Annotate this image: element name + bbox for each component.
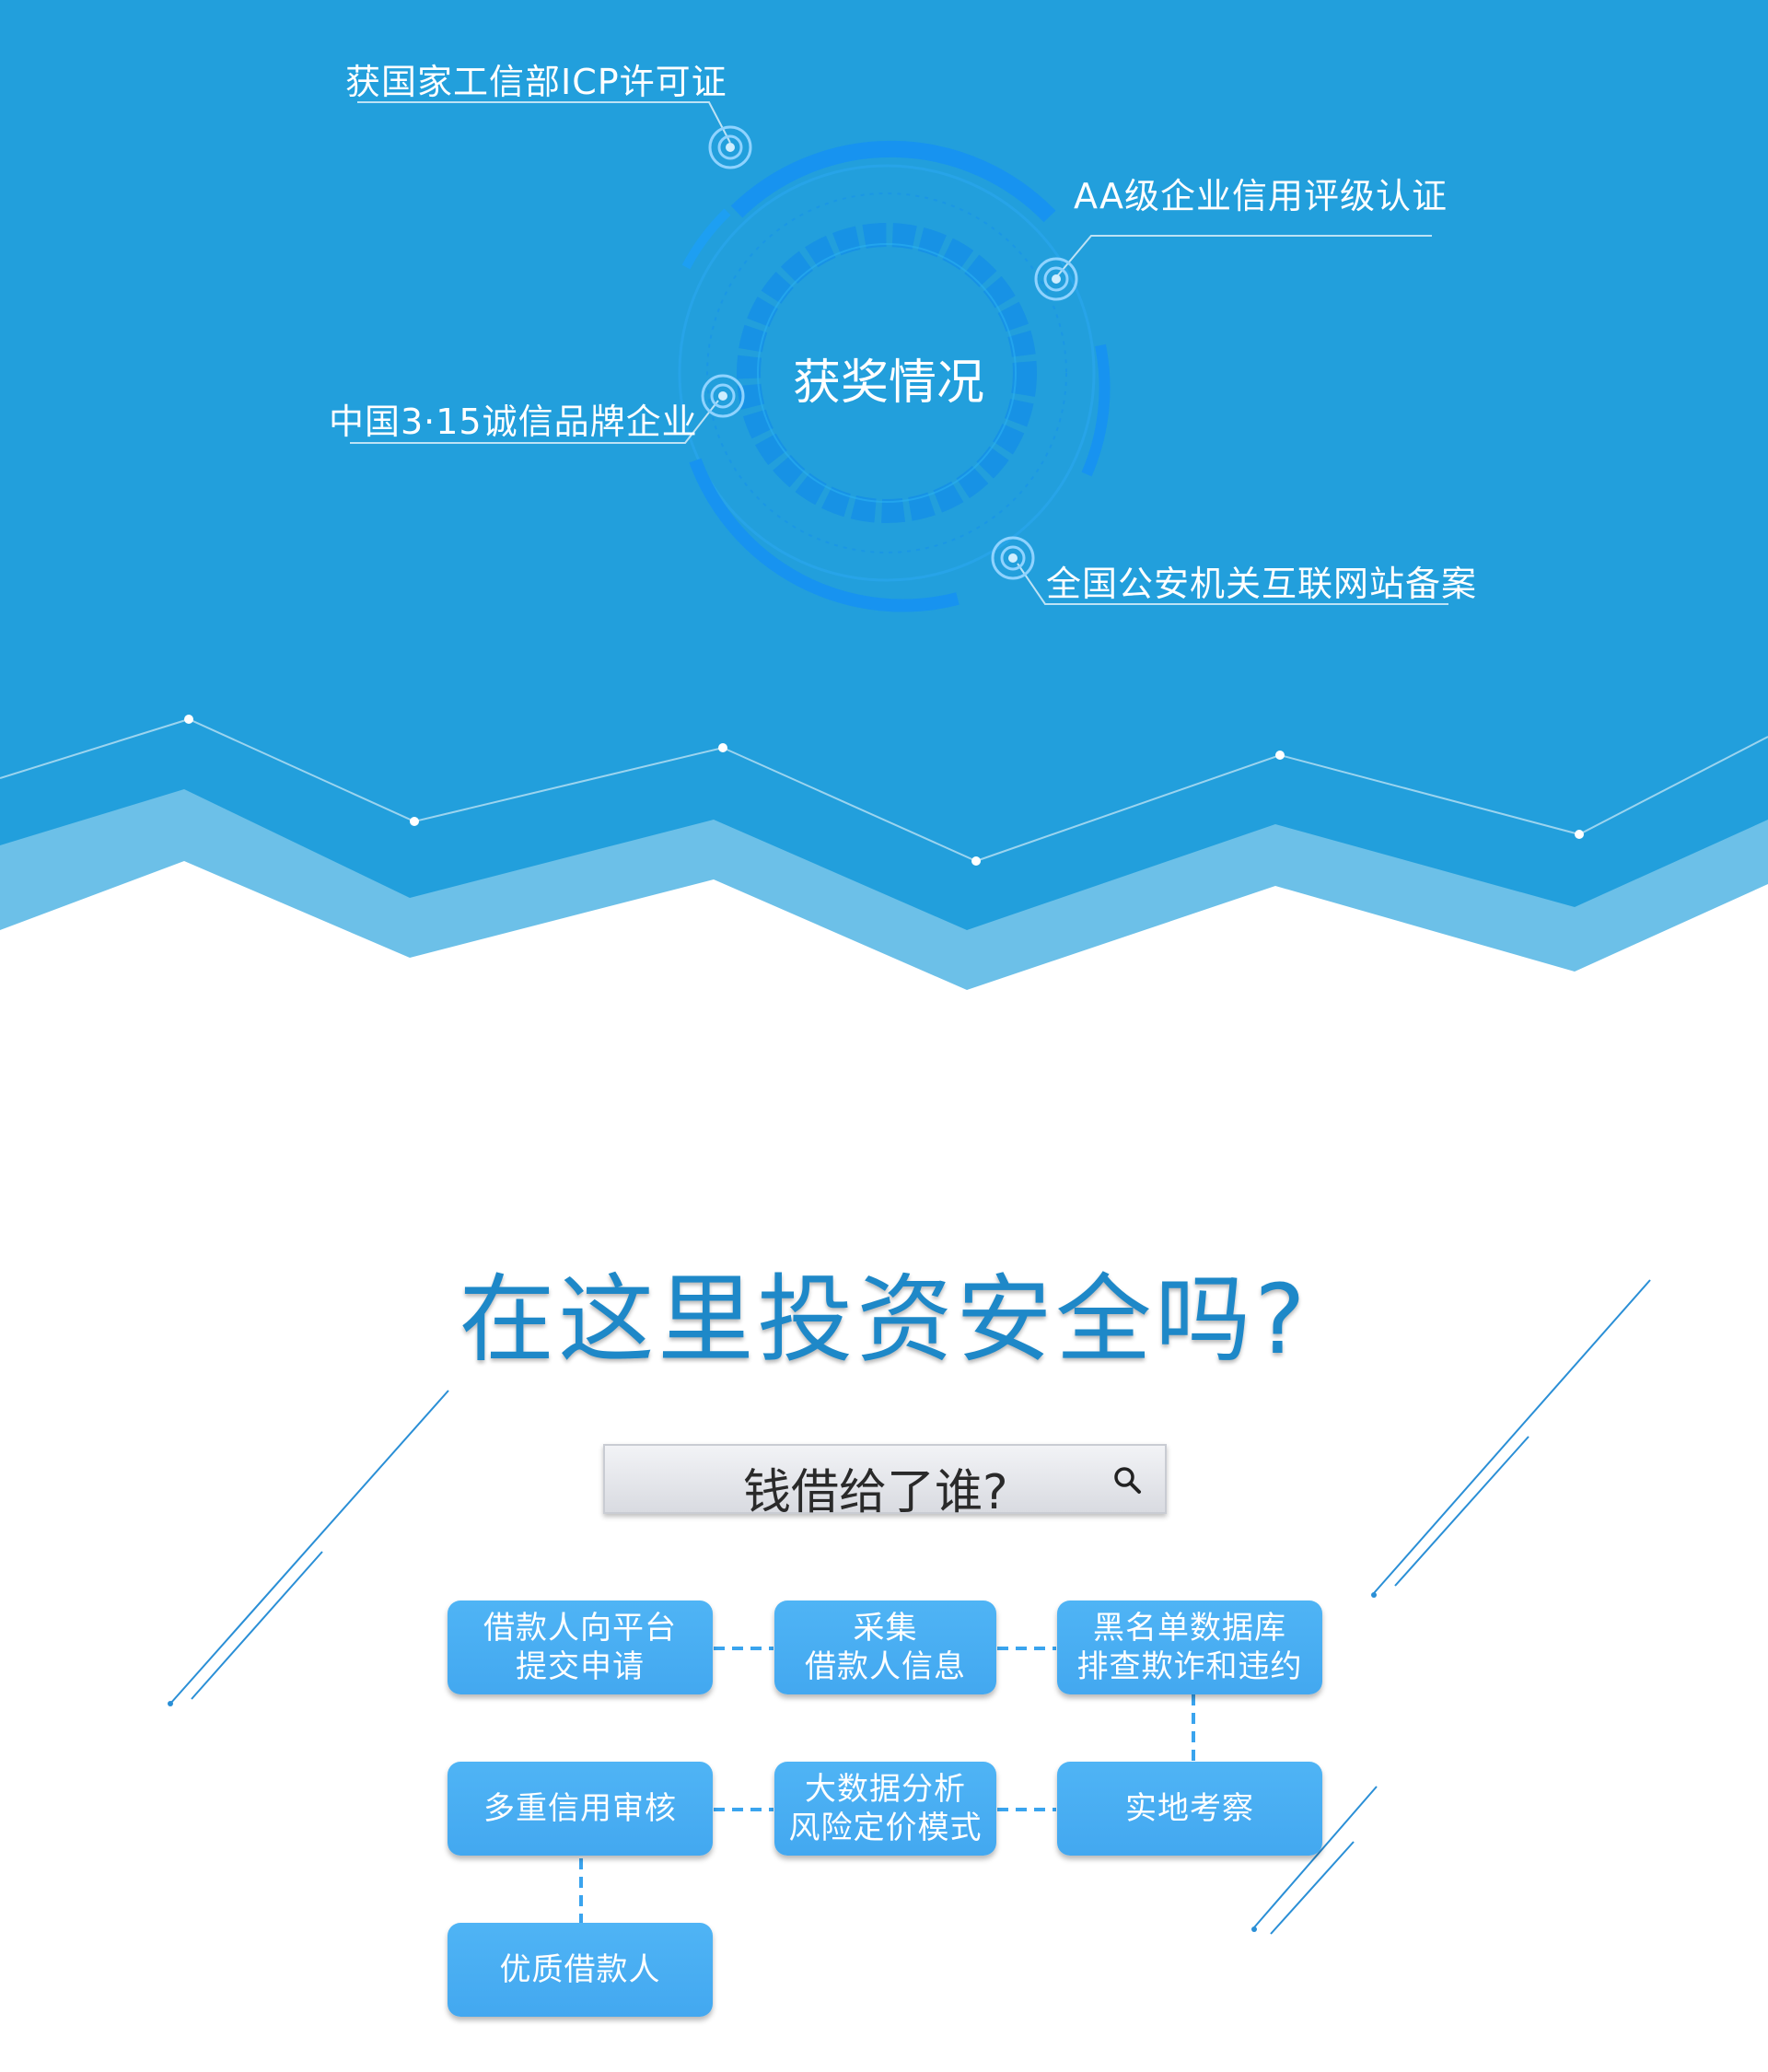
- flow-step-site-visit: 实地考察: [1057, 1762, 1322, 1856]
- search-text: 钱借给了谁?: [743, 1465, 1008, 1520]
- flow-step-submit-application: 借款人向平台 提交申请: [448, 1601, 713, 1694]
- safety-title: 在这里投资安全吗?: [459, 1263, 1309, 1376]
- flow-step-line1: 借款人向平台: [483, 1610, 677, 1647]
- flow-step-line2: 提交申请: [516, 1648, 645, 1685]
- flow-step-line2: 借款人信息: [805, 1648, 966, 1685]
- award-label-credit-rating: AA级企业信用评级认证: [1074, 176, 1448, 216]
- search-box[interactable]: 钱借给了谁?: [603, 1444, 1167, 1520]
- flow-step-blacklist-check: 黑名单数据库 排查欺诈和违约: [1057, 1601, 1322, 1694]
- flow-step-collect-info: 采集 借款人信息: [774, 1601, 996, 1694]
- flow-step-line2: 排查欺诈和违约: [1076, 1648, 1303, 1685]
- awards-center-title: 获奖情况: [792, 355, 984, 411]
- flow-step-line1: 黑名单数据库: [1093, 1610, 1286, 1647]
- flow-step-line1: 大数据分析: [805, 1771, 966, 1808]
- flow-step-credit-review: 多重信用审核: [448, 1762, 713, 1856]
- flow-step-line1: 采集: [853, 1610, 918, 1647]
- flow-step-big-data-analysis: 大数据分析 风险定价模式: [774, 1762, 996, 1856]
- search-icon: [1114, 1467, 1141, 1494]
- flow-step-line1: 优质借款人: [499, 1951, 661, 1988]
- flow-step-quality-borrower: 优质借款人: [448, 1923, 713, 2017]
- flow-step-line1: 实地考察: [1125, 1790, 1254, 1827]
- flow-step-line1: 多重信用审核: [483, 1790, 677, 1827]
- award-label-icp: 获国家工信部ICP许可证: [345, 62, 727, 102]
- primary-blue-background: [0, 0, 1768, 930]
- award-label-police-filing: 全国公安机关互联网站备案: [1046, 564, 1478, 604]
- award-label-315-brand: 中国3·15诚信品牌企业: [329, 402, 698, 442]
- flow-step-line2: 风险定价模式: [788, 1810, 983, 1846]
